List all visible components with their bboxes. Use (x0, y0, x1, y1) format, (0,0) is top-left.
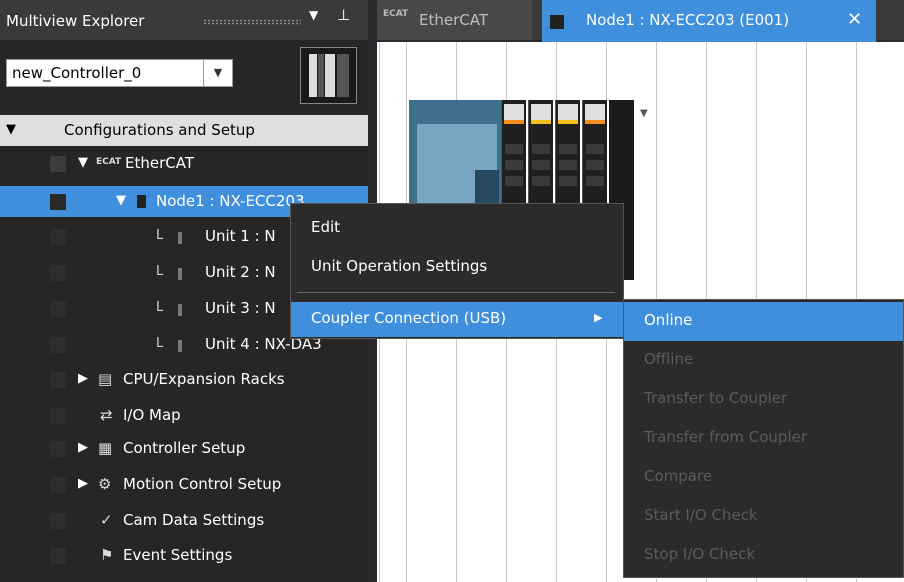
gear-icon: ⚙ (98, 475, 112, 493)
tree-connector-icon: L (156, 300, 164, 315)
menu-item-label: Coupler Connection (USB) (311, 309, 507, 327)
flag-icon: ⚑ (100, 546, 114, 564)
menu-item-label: Online (644, 311, 693, 329)
menu-item-coupler-connection[interactable]: Coupler Connection (USB) ▶ (291, 302, 623, 337)
menu-item-transfer-to-coupler[interactable]: Transfer to Coupler (624, 380, 903, 419)
tree-item-label: Configurations and Setup (64, 121, 255, 139)
pin-icon[interactable]: ⊥ (337, 6, 350, 24)
menu-item-label: Transfer from Coupler (644, 428, 808, 446)
pane-dropdown-icon[interactable]: ▼ (309, 8, 318, 22)
io-map-icon: ⇄ (100, 406, 113, 424)
checkbox[interactable] (50, 477, 66, 493)
tree-connector-icon: L (156, 228, 164, 243)
unit-icon (178, 230, 182, 248)
menu-item-label: Edit (311, 218, 341, 236)
node-icon (137, 194, 146, 212)
tab-ethercat[interactable]: ECAT EtherCAT (377, 0, 532, 40)
node-icon (550, 15, 564, 29)
ethercat-icon: ECAT (96, 157, 122, 167)
menu-item-label: Stop I/O Check (644, 545, 756, 563)
tree-item-event-settings[interactable]: ⚑ Event Settings (0, 540, 368, 571)
coupler-connection-submenu: Online Offline Transfer to Coupler Trans… (623, 299, 904, 578)
checkbox[interactable] (50, 337, 66, 353)
menu-item-label: Start I/O Check (644, 506, 758, 524)
tree-item-ethercat[interactable]: ▼ ECAT EtherCAT (0, 148, 368, 179)
expand-down-icon[interactable]: ▼ (78, 155, 88, 170)
rack-icon: ▤ (98, 370, 113, 388)
menu-item-transfer-from-coupler[interactable]: Transfer from Coupler (624, 419, 903, 458)
menu-item-label: Transfer to Coupler (644, 389, 788, 407)
checkbox[interactable] (50, 372, 66, 388)
menu-separator (297, 292, 615, 293)
context-menu: Edit Unit Operation Settings Coupler Con… (290, 203, 624, 339)
chevron-down-icon[interactable]: ▼ (203, 60, 232, 86)
tree-item-label: I/O Map (123, 406, 181, 424)
checkbox[interactable] (50, 408, 66, 424)
tree-connector-icon: L (156, 264, 164, 279)
checkbox[interactable] (50, 301, 66, 317)
close-icon[interactable]: ✕ (847, 9, 862, 30)
tree-item-configurations[interactable]: ▼ Configurations and Setup (0, 115, 368, 146)
explorer-title: Multiview Explorer (6, 12, 145, 30)
controller-image (300, 47, 357, 104)
explorer-header: Multiview Explorer ▼ ⊥ (0, 0, 368, 40)
controller-setup-icon: ▦ (98, 439, 113, 457)
tree-item-cam-data[interactable]: ✓ Cam Data Settings (0, 505, 368, 536)
expand-right-icon[interactable]: ▶ (78, 440, 88, 455)
menu-item-unit-operation-settings[interactable]: Unit Operation Settings (291, 250, 623, 284)
chevron-down-icon[interactable]: ▼ (640, 108, 648, 119)
menu-item-start-io-check[interactable]: Start I/O Check (624, 497, 903, 536)
checkbox[interactable] (50, 513, 66, 529)
checkbox[interactable] (50, 229, 66, 245)
tree-item-label: Node1 : NX-ECC203 (156, 192, 305, 210)
menu-item-offline[interactable]: Offline (624, 341, 903, 380)
cam-icon: ✓ (100, 511, 113, 529)
tree-item-label: CPU/Expansion Racks (123, 370, 285, 388)
tree-item-controller-setup[interactable]: ▶ ▦ Controller Setup (0, 433, 368, 464)
tree-item-label: Event Settings (123, 546, 233, 564)
checkbox[interactable] (50, 156, 66, 172)
tab-label: EtherCAT (419, 11, 488, 29)
tree-item-label: Unit 2 : N (205, 263, 276, 281)
tab-node1[interactable]: Node1 : NX-ECC203 (E001) ✕ (542, 0, 876, 42)
checkbox[interactable] (50, 548, 66, 564)
drag-grip[interactable] (203, 19, 301, 25)
checkbox[interactable] (50, 441, 66, 457)
tree-item-label: Controller Setup (123, 439, 246, 457)
menu-item-stop-io-check[interactable]: Stop I/O Check (624, 536, 903, 575)
expand-down-icon[interactable]: ▼ (116, 193, 126, 208)
tree-item-label: Unit 1 : N (205, 227, 276, 245)
menu-item-edit[interactable]: Edit (291, 211, 623, 245)
controller-select-value: new_Controller_0 (12, 64, 142, 82)
tree-item-motion-control[interactable]: ▶ ⚙ Motion Control Setup (0, 469, 368, 500)
tree-item-label: Motion Control Setup (123, 475, 282, 493)
checkbox[interactable] (50, 265, 66, 281)
submenu-arrow-icon: ▶ (594, 311, 603, 324)
ethercat-icon: ECAT (383, 9, 409, 19)
unit-icon (178, 338, 182, 356)
expand-right-icon[interactable]: ▶ (78, 371, 88, 386)
unit-icon (178, 302, 182, 320)
unit-icon (178, 266, 182, 284)
checkbox[interactable] (50, 194, 66, 210)
tree-connector-icon: L (156, 336, 164, 351)
menu-item-compare[interactable]: Compare (624, 458, 903, 497)
expand-down-icon[interactable]: ▼ (6, 122, 16, 137)
tree-item-cpu-racks[interactable]: ▶ ▤ CPU/Expansion Racks (0, 364, 368, 395)
menu-item-label: Compare (644, 467, 713, 485)
tree-item-label: Unit 3 : N (205, 299, 276, 317)
tree-item-label: Cam Data Settings (123, 511, 265, 529)
controller-select[interactable]: new_Controller_0 ▼ (6, 59, 233, 87)
tab-label: Node1 : NX-ECC203 (E001) (586, 11, 790, 29)
menu-item-online[interactable]: Online (624, 302, 903, 341)
tree-item-label: EtherCAT (125, 154, 194, 172)
expand-right-icon[interactable]: ▶ (78, 476, 88, 491)
tree-item-io-map[interactable]: ⇄ I/O Map (0, 400, 368, 431)
menu-item-label: Offline (644, 350, 694, 368)
menu-item-label: Unit Operation Settings (311, 257, 488, 275)
